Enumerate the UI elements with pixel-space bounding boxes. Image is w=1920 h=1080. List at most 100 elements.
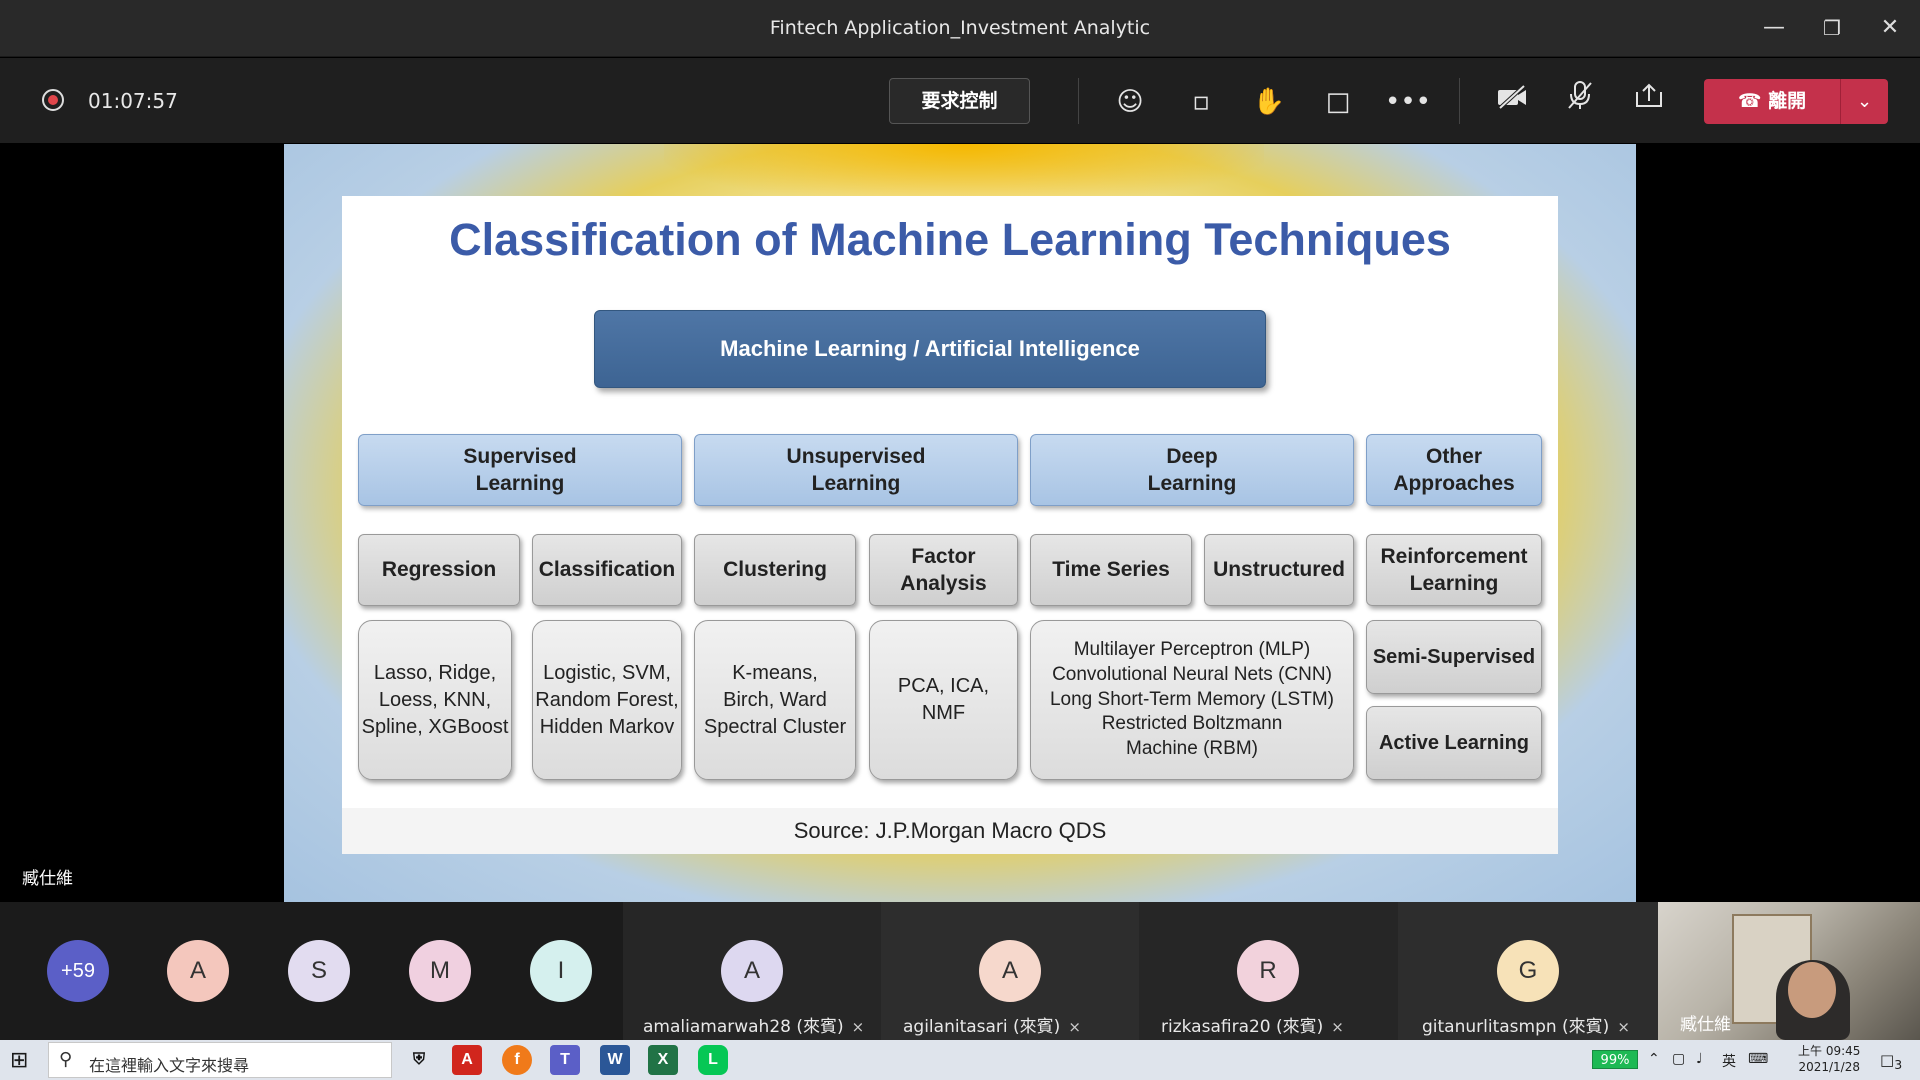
overflow-participants-button[interactable]: +59 xyxy=(47,940,109,1002)
search-placeholder: 在這裡輸入文字來搜尋 xyxy=(89,1056,250,1075)
participant-name: gitanurlitasmpn (來賓) ⨯ xyxy=(1422,1012,1630,1037)
root-node: Machine Learning / Artificial Intelligen… xyxy=(594,310,1266,388)
avatar: A xyxy=(721,940,783,1002)
line-app-icon[interactable]: L xyxy=(698,1045,728,1075)
sub-time-series: Time Series xyxy=(1030,534,1192,606)
item-semi-supervised: Semi-Supervised xyxy=(1366,620,1542,694)
shared-content-stage: Classification of Machine Learning Techn… xyxy=(0,144,1920,902)
avatar: G xyxy=(1497,940,1559,1002)
mic-off-icon: ⨯ xyxy=(1331,1018,1344,1036)
camera-off-icon[interactable] xyxy=(1490,80,1534,124)
avatar[interactable]: I xyxy=(530,940,592,1002)
avatar[interactable]: S xyxy=(288,940,350,1002)
clock-time: 上午 09:45 xyxy=(1798,1044,1861,1058)
ime-indicator[interactable]: 英 xyxy=(1722,1051,1736,1071)
category-other: Other Approaches xyxy=(1366,434,1542,506)
sub-clustering: Clustering xyxy=(694,534,856,606)
taskbar: ⊞ ⚲ 在這裡輸入文字來搜尋 ⛨ A f T W X L 99% ⌃ ▢ ♩ 英… xyxy=(0,1040,1920,1080)
keyboard-icon[interactable]: ⌨ xyxy=(1748,1051,1768,1067)
mic-off-icon: ⨯ xyxy=(1617,1018,1630,1036)
restore-icon[interactable]: ❐ xyxy=(1812,12,1852,44)
windows-start-icon[interactable]: ⊞ xyxy=(10,1048,28,1073)
item-active-learning: Active Learning xyxy=(1366,706,1542,780)
detail-factor-analysis: PCA, ICA, NMF xyxy=(869,620,1018,780)
clock-date: 2021/1/28 xyxy=(1798,1060,1860,1074)
volume-icon[interactable]: ♩ xyxy=(1696,1051,1703,1067)
participant-name: agilanitasari (來賓) ⨯ xyxy=(903,1012,1081,1037)
raise-hand-icon[interactable]: ✋ xyxy=(1247,80,1291,124)
recording-icon xyxy=(42,89,64,111)
sub-regression: Regression xyxy=(358,534,520,606)
slide: Classification of Machine Learning Techn… xyxy=(342,196,1558,854)
sub-factor-analysis: Factor Analysis xyxy=(869,534,1018,606)
leave-main[interactable]: ☎ 離開 xyxy=(1704,79,1840,124)
window-title: Fintech Application_Investment Analytic xyxy=(769,17,1151,39)
participant-name: amaliamarwah28 (來賓) ⨯ xyxy=(643,1012,864,1037)
notification-center-icon[interactable]: □3 xyxy=(1880,1051,1902,1072)
leave-label: 離開 xyxy=(1768,90,1807,112)
detail-classification: Logistic, SVM, Random Forest, Hidden Mar… xyxy=(532,620,682,780)
firefox-icon[interactable]: f xyxy=(502,1045,532,1075)
slide-source: Source: J.P.Morgan Macro QDS xyxy=(342,808,1558,854)
avatar: A xyxy=(979,940,1041,1002)
detail-deep-learning: Multilayer Perceptron (MLP) Convolutiona… xyxy=(1030,620,1354,780)
participant-tile[interactable]: A agilanitasari (來賓) ⨯ xyxy=(881,902,1139,1040)
participant-name-text: agilanitasari (來賓) xyxy=(903,1017,1061,1037)
taskbar-search[interactable]: ⚲ 在這裡輸入文字來搜尋 xyxy=(48,1042,392,1078)
more-actions-icon[interactable]: ••• xyxy=(1385,80,1431,124)
participant-name-text: amaliamarwah28 (來賓) xyxy=(643,1017,844,1037)
acrobat-icon[interactable]: A xyxy=(452,1045,482,1075)
notification-count: 3 xyxy=(1894,1057,1903,1072)
participant-tile[interactable]: R rizkasafira20 (來賓) ⨯ xyxy=(1139,902,1398,1040)
meeting-toolbar: 01:07:57 要求控制 ☺ ▫ ✋ □ ••• ☎ 離開 ⌄ xyxy=(0,58,1920,143)
meeting-timer: 01:07:57 xyxy=(88,89,178,113)
participant-tile[interactable]: G gitanurlitasmpn (來賓) ⨯ xyxy=(1398,902,1658,1040)
minimize-icon[interactable]: — xyxy=(1754,12,1794,44)
chevron-down-icon[interactable]: ⌄ xyxy=(1841,79,1888,124)
detail-clustering: K-means, Birch, Ward Spectral Cluster xyxy=(694,620,856,780)
sub-unstructured: Unstructured xyxy=(1204,534,1354,606)
sub-reinforcement-learning: Reinforcement Learning xyxy=(1366,534,1542,606)
share-screen-icon[interactable] xyxy=(1627,80,1671,124)
slide-frame: Classification of Machine Learning Techn… xyxy=(284,144,1636,902)
category-deep: Deep Learning xyxy=(1030,434,1354,506)
tray-overflow-icon[interactable]: ⌃ xyxy=(1648,1051,1660,1067)
window-title-bar: Fintech Application_Investment Analytic … xyxy=(0,0,1920,57)
avatar[interactable]: A xyxy=(167,940,229,1002)
word-icon[interactable]: W xyxy=(600,1045,630,1075)
mic-off-icon[interactable] xyxy=(1558,80,1602,124)
network-icon[interactable]: ▢ xyxy=(1672,1051,1685,1067)
toolbar-separator xyxy=(1078,78,1079,124)
sub-classification: Classification xyxy=(532,534,682,606)
teams-icon[interactable]: T xyxy=(550,1045,580,1075)
presenter-name: 臧仕維 xyxy=(22,869,73,889)
avatar: R xyxy=(1237,940,1299,1002)
category-supervised: Supervised Learning xyxy=(358,434,682,506)
taskbar-clock[interactable]: 上午 09:45 2021/1/28 xyxy=(1798,1043,1860,1075)
participants-icon[interactable]: ☺ xyxy=(1108,80,1152,124)
chat-icon[interactable]: ▫ xyxy=(1179,80,1223,124)
self-video-tile[interactable]: 臧仕維 xyxy=(1658,902,1920,1040)
video-name: 臧仕維 xyxy=(1680,1015,1731,1035)
leave-button[interactable]: ☎ 離開 ⌄ xyxy=(1704,79,1888,124)
participant-name: rizkasafira20 (來賓) ⨯ xyxy=(1161,1012,1344,1037)
close-icon[interactable]: ✕ xyxy=(1870,12,1910,44)
excel-icon[interactable]: X xyxy=(648,1045,678,1075)
phone-hangup-icon: ☎ xyxy=(1737,90,1762,112)
search-icon: ⚲ xyxy=(59,1049,73,1070)
request-control-button[interactable]: 要求控制 xyxy=(889,78,1030,124)
security-app-icon[interactable]: ⛨ xyxy=(404,1045,434,1075)
mic-off-icon: ⨯ xyxy=(1068,1018,1081,1036)
participant-name-text: rizkasafira20 (來賓) xyxy=(1161,1017,1324,1037)
participant-tile[interactable]: A amaliamarwah28 (來賓) ⨯ xyxy=(623,902,881,1040)
breakout-rooms-icon[interactable]: □ xyxy=(1316,80,1360,124)
participant-name-text: gitanurlitasmpn (來賓) xyxy=(1422,1017,1610,1037)
battery-indicator[interactable]: 99% xyxy=(1592,1050,1638,1069)
category-unsupervised: Unsupervised Learning xyxy=(694,434,1018,506)
avatar[interactable]: M xyxy=(409,940,471,1002)
toolbar-separator xyxy=(1459,78,1460,124)
video-face xyxy=(1788,962,1836,1018)
slide-title: Classification of Machine Learning Techn… xyxy=(449,214,1451,265)
detail-regression: Lasso, Ridge, Loess, KNN, Spline, XGBoos… xyxy=(358,620,512,780)
mic-off-icon: ⨯ xyxy=(851,1018,865,1036)
